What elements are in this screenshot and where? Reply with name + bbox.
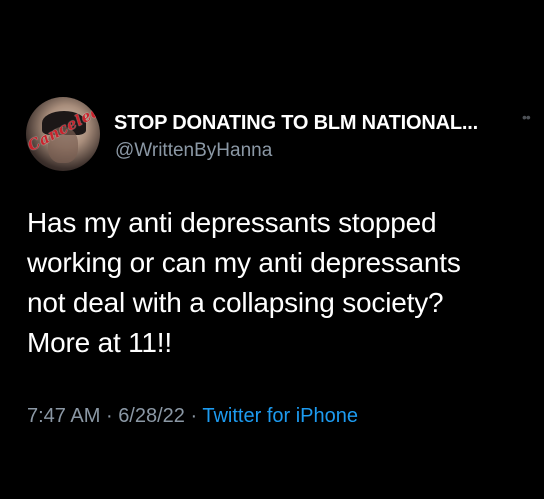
- author-handle[interactable]: @WrittenByHanna: [115, 140, 272, 162]
- meta-separator: ·: [105, 405, 113, 427]
- meta-separator: ·: [190, 405, 198, 427]
- tweet-source-link[interactable]: Twitter for iPhone: [202, 405, 358, 427]
- more-options-icon[interactable]: ••: [522, 109, 531, 125]
- tweet-text-line: More at 11!!: [27, 327, 172, 358]
- author-display-name[interactable]: STOP DONATING TO BLM NATIONAL...: [114, 112, 478, 135]
- tweet-text: Has my anti depressants stopped working …: [27, 203, 527, 363]
- tweet-text-line: not deal with a collapsing society?: [27, 287, 444, 318]
- avatar[interactable]: Canceled: [26, 97, 100, 171]
- tweet-meta: 7:47 AM · 6/28/22 · Twitter for iPhone: [27, 405, 358, 428]
- tweet-text-line: working or can my anti depressants: [27, 247, 461, 278]
- tweet-time[interactable]: 7:47 AM: [27, 405, 100, 427]
- author-name-row: STOP DONATING TO BLM NATIONAL...: [114, 112, 478, 135]
- tweet-date[interactable]: 6/28/22: [118, 405, 185, 427]
- tweet-text-line: Has my anti depressants stopped: [27, 207, 437, 238]
- tweet-card: Canceled STOP DONATING TO BLM NATIONAL..…: [0, 0, 544, 499]
